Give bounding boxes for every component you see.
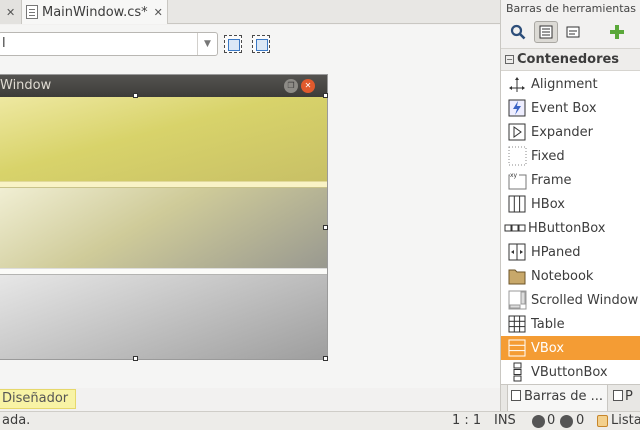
- list-item-label: VButtonBox: [531, 364, 608, 380]
- add-icon[interactable]: [605, 21, 629, 43]
- search-icon[interactable]: [506, 21, 530, 43]
- list-item-label: Event Box: [531, 100, 597, 116]
- list-view-icon[interactable]: [534, 21, 558, 43]
- vbox-separator: [0, 181, 327, 188]
- toolbox-tab-icon: [511, 390, 521, 401]
- insert-mode: INS: [494, 413, 516, 428]
- collapse-icon[interactable]: −: [505, 55, 514, 64]
- widget-selector-value: l: [2, 36, 6, 51]
- task-list-label[interactable]: Lista: [611, 412, 640, 430]
- cs-file-icon: [26, 5, 38, 19]
- list-item-vbuttonbox[interactable]: VButtonBox: [501, 360, 640, 384]
- list-item-fixed[interactable]: Fixed: [501, 144, 640, 168]
- resize-handle[interactable]: [323, 225, 328, 230]
- list-item-label: Notebook: [531, 268, 594, 284]
- list-item-frame[interactable]: xy Frame: [501, 168, 640, 192]
- widget-list[interactable]: − Contenedores Alignment Event Box Expand…: [501, 48, 640, 384]
- list-item-alignment[interactable]: Alignment: [501, 72, 640, 96]
- status-bar: ada. 1 : 1 INS 0 0 Lista: [0, 411, 640, 430]
- scrolled-window-icon: [507, 290, 528, 310]
- list-item-label: Fixed: [531, 148, 565, 164]
- vbox-icon: [507, 338, 528, 358]
- details-view-icon[interactable]: [561, 21, 585, 43]
- resize-handle[interactable]: [133, 93, 138, 98]
- error-count[interactable]: 0: [547, 412, 555, 430]
- hbuttonbox-icon: [504, 218, 526, 238]
- list-item-label: Alignment: [531, 76, 598, 92]
- close-tab-icon[interactable]: ✕: [154, 6, 163, 19]
- vbox-placeholder-2[interactable]: [0, 188, 327, 268]
- select-parent-button[interactable]: [224, 35, 242, 53]
- vbox-separator: [0, 268, 327, 275]
- tab-label: P: [625, 389, 633, 404]
- frame-icon: xy: [507, 170, 528, 190]
- toolbox-panel: Barras de herramientas − Contenedores Ali…: [500, 0, 640, 411]
- list-item-hbuttonbox[interactable]: HButtonBox: [501, 216, 640, 240]
- alignment-icon: [507, 74, 528, 94]
- tab-properties[interactable]: P: [609, 385, 640, 411]
- close-tab-icon[interactable]: ✕: [6, 6, 15, 19]
- list-item-label: Frame: [531, 172, 572, 188]
- tab-label: Barras de ...: [524, 389, 603, 404]
- toolbox-title: Barras de herramientas: [506, 2, 636, 15]
- fixed-icon: [507, 146, 528, 166]
- window-preview[interactable]: Window ❐ ✕: [0, 75, 328, 361]
- select-child-button[interactable]: [252, 35, 270, 53]
- list-item-label: Table: [531, 316, 565, 332]
- tab-previous-document[interactable]: ✕: [0, 0, 22, 24]
- properties-tab-icon: [613, 390, 623, 401]
- task-list-icon[interactable]: [597, 415, 608, 427]
- vbox-placeholder-3[interactable]: [0, 275, 327, 359]
- chevron-down-icon[interactable]: ▼: [197, 33, 217, 55]
- list-item-label: Scrolled Window: [531, 292, 639, 308]
- widget-selector-combo[interactable]: l ▼: [0, 32, 218, 56]
- resize-handle[interactable]: [133, 356, 138, 361]
- list-item-table[interactable]: Table: [501, 312, 640, 336]
- list-item-hpaned[interactable]: HPaned: [501, 240, 640, 264]
- tab-toolbox[interactable]: Barras de ...: [507, 385, 608, 411]
- error-icon[interactable]: [532, 415, 545, 428]
- category-label: Contenedores: [517, 52, 620, 67]
- list-item-label: HButtonBox: [528, 220, 606, 236]
- window-preview-titlebar: Window ❐ ✕: [0, 75, 327, 97]
- warning-count[interactable]: 0: [576, 412, 584, 430]
- designer-canvas: l ▼ Window ❐ ✕ Diseñador: [0, 25, 500, 409]
- hpaned-icon: [507, 242, 528, 262]
- list-item-label: Expander: [531, 124, 593, 140]
- designer-view-tab[interactable]: Diseñador: [0, 389, 76, 409]
- list-item-hbox[interactable]: HBox: [501, 192, 640, 216]
- list-item-vbox[interactable]: VBox: [501, 336, 640, 360]
- vbox-placeholder-1[interactable]: [0, 97, 327, 181]
- event-box-icon: [507, 98, 528, 118]
- resize-handle[interactable]: [323, 93, 328, 98]
- list-item-label: HBox: [531, 196, 565, 212]
- vbuttonbox-icon: [507, 362, 528, 382]
- close-icon[interactable]: ✕: [301, 79, 315, 93]
- notebook-icon: [507, 266, 528, 286]
- window-preview-title: Window: [0, 78, 52, 93]
- status-message: ada.: [2, 413, 31, 428]
- list-item-label: HPaned: [531, 244, 581, 260]
- tab-label: MainWindow.cs*: [42, 4, 148, 20]
- list-item-expander[interactable]: Expander: [501, 120, 640, 144]
- restore-icon[interactable]: ❐: [284, 79, 298, 93]
- resize-handle[interactable]: [323, 356, 328, 361]
- tab-mainwindow-cs[interactable]: MainWindow.cs* ✕: [22, 0, 168, 24]
- list-item-notebook[interactable]: Notebook: [501, 264, 640, 288]
- document-tab-bar: ✕ MainWindow.cs* ✕: [0, 0, 500, 24]
- svg-text:xy: xy: [510, 172, 518, 179]
- warning-icon[interactable]: [560, 415, 573, 428]
- cursor-position: 1 : 1: [452, 413, 482, 428]
- list-item-event-box[interactable]: Event Box: [501, 96, 640, 120]
- expander-icon: [507, 122, 528, 142]
- table-icon: [507, 314, 528, 334]
- list-item-label: VBox: [531, 340, 565, 356]
- list-item-scrolled-window[interactable]: Scrolled Window: [501, 288, 640, 312]
- panel-tab-bar: Barras de ... P: [501, 384, 640, 411]
- category-header[interactable]: − Contenedores: [501, 49, 640, 71]
- hbox-icon: [507, 194, 528, 214]
